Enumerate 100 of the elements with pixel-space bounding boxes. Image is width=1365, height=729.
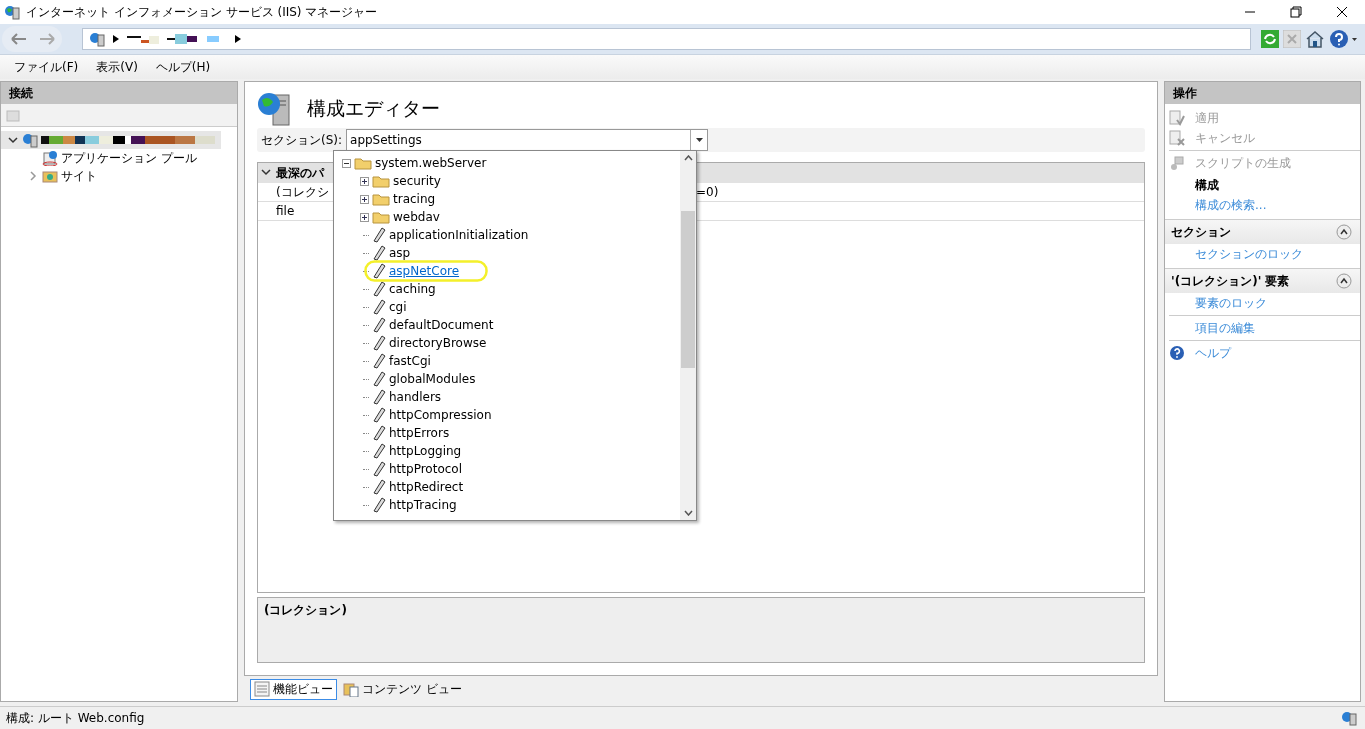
app-pool-icon	[42, 150, 58, 166]
script-icon	[1169, 155, 1185, 171]
folder-document-icon	[343, 681, 359, 697]
tree-item[interactable]: defaultDocument	[334, 316, 680, 334]
action-link[interactable]: ヘルプ	[1165, 343, 1360, 363]
document-x-icon	[1169, 130, 1185, 146]
status-text: 構成: ルート Web.config	[6, 709, 145, 727]
panel-header: 接続	[1, 82, 237, 104]
pencil-icon	[372, 425, 386, 441]
globe-server-icon	[89, 31, 105, 47]
folder-icon	[372, 210, 390, 224]
table-cell: =0)	[696, 185, 719, 199]
pencil-icon	[372, 335, 386, 351]
tree-item[interactable]: httpLogging	[334, 442, 680, 460]
folder-icon	[354, 156, 372, 170]
grid-header-text: 最深のパ	[276, 164, 324, 182]
pencil-icon	[372, 263, 386, 279]
menu-item[interactable]: 表示(V)	[96, 58, 138, 76]
table-cell: (コレクシ	[276, 184, 329, 199]
folder-icon	[372, 192, 390, 206]
pencil-icon	[372, 461, 386, 477]
tree-item[interactable]: tracing	[334, 190, 680, 208]
caret-icon	[695, 138, 703, 142]
field-label: セクション(S):	[261, 131, 343, 149]
section-dropdown[interactable]: appSettings	[346, 129, 709, 151]
tree-item[interactable]: webdav	[334, 208, 680, 226]
tree-item[interactable]: httpCompression	[334, 406, 680, 424]
help-icon	[1169, 345, 1185, 361]
tree-item[interactable]: httpProtocol	[334, 460, 680, 478]
scrollbar[interactable]	[680, 151, 696, 520]
tree-item[interactable]: applicationInitialization	[334, 226, 680, 244]
chevron-down-icon[interactable]	[7, 134, 19, 146]
help-icon[interactable]	[1329, 29, 1359, 49]
back-forward-buttons[interactable]	[2, 26, 62, 52]
tree-item[interactable]: caching	[334, 280, 680, 298]
tree-item[interactable]	[1, 131, 221, 149]
pencil-icon	[372, 317, 386, 333]
tree-item[interactable]: asp	[334, 244, 680, 262]
action-link[interactable]: 項目の編集	[1165, 318, 1360, 338]
collapse-icon[interactable]	[342, 158, 351, 168]
tree-item[interactable]: fastCgi	[334, 352, 680, 370]
view-tab[interactable]: 機能ビュー	[250, 678, 337, 700]
pencil-icon	[372, 281, 386, 297]
collapse-icon[interactable]	[1336, 273, 1352, 289]
pencil-icon	[372, 389, 386, 405]
action-link[interactable]: 要素のロック	[1165, 293, 1360, 313]
pencil-icon	[372, 371, 386, 387]
pencil-icon	[372, 299, 386, 315]
chevron-icon[interactable]	[113, 35, 119, 43]
pencil-icon	[372, 353, 386, 369]
collapse-icon[interactable]	[1336, 224, 1352, 240]
menu-item[interactable]: ヘルプ(H)	[155, 58, 211, 76]
tree-item[interactable]: handlers	[334, 388, 680, 406]
pencil-icon	[372, 479, 386, 495]
tree-item[interactable]: httpTracing	[334, 496, 680, 514]
pencil-icon	[372, 497, 386, 513]
chevron-right-icon[interactable]	[27, 170, 39, 182]
pencil-icon	[372, 407, 386, 423]
scroll-down-icon[interactable]	[683, 510, 693, 516]
expand-icon[interactable]	[360, 194, 369, 204]
action-group-header[interactable]: セクション	[1165, 219, 1360, 244]
window-title: インターネット インフォメーション サービス (IIS) マネージャー	[26, 3, 379, 21]
document-check-icon	[1169, 110, 1185, 126]
folder-icon	[372, 174, 390, 188]
tree-item[interactable]: system.webServer	[334, 154, 680, 172]
table-cell: file	[276, 204, 295, 218]
tree-item[interactable]: globalModules	[334, 370, 680, 388]
tree-item[interactable]: security	[334, 172, 680, 190]
action-link[interactable]: セクションのロック	[1165, 244, 1360, 264]
home-icon[interactable]	[1305, 30, 1325, 48]
globe-server-icon	[22, 132, 38, 148]
chevron-down-icon[interactable]	[260, 168, 272, 178]
action-group-header[interactable]: '(コレクション)' 要素	[1165, 268, 1360, 293]
pencil-icon	[372, 443, 386, 459]
tree-item[interactable]: サイト	[1, 167, 97, 185]
refresh-icon[interactable]	[1261, 30, 1279, 48]
expand-icon[interactable]	[360, 176, 369, 186]
group-title: セクション	[1171, 223, 1231, 241]
group-title: '(コレクション)' 要素	[1171, 272, 1290, 290]
action-link[interactable]: 構成の検索...	[1165, 195, 1360, 215]
folder-globe-icon	[42, 168, 58, 184]
pencil-icon	[372, 245, 386, 261]
page-title: 構成エディター	[307, 96, 440, 121]
chevron-icon[interactable]	[235, 35, 241, 43]
pencil-icon	[372, 227, 386, 243]
action-heading: 構成	[1194, 177, 1220, 194]
scroll-up-icon[interactable]	[683, 155, 693, 161]
view-tab[interactable]: コンテンツ ビュー	[339, 678, 466, 700]
tree-item[interactable]: directoryBrowse	[334, 334, 680, 352]
tree-item[interactable]: httpRedirect	[334, 478, 680, 496]
globe-server-icon	[1341, 710, 1357, 726]
globe-server-icon	[257, 91, 293, 127]
tree-item[interactable]: cgi	[334, 298, 680, 316]
expand-icon[interactable]	[360, 212, 369, 222]
tree-item[interactable]: httpErrors	[334, 424, 680, 442]
globe-server-icon	[4, 4, 20, 20]
tree-item[interactable]: アプリケーション プール	[1, 149, 197, 167]
list-view-icon	[254, 681, 270, 697]
tree-item[interactable]: aspNetCore	[334, 262, 680, 280]
menu-item[interactable]: ファイル(F)	[14, 58, 79, 76]
